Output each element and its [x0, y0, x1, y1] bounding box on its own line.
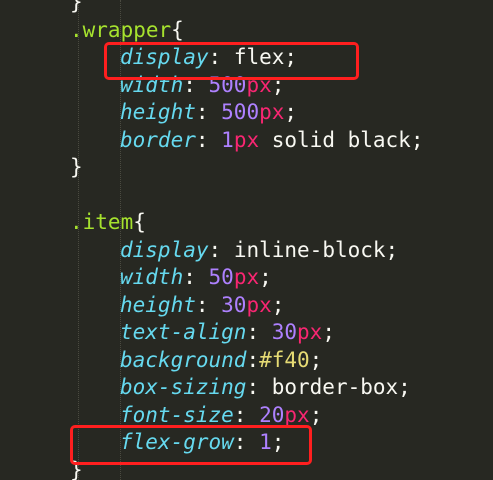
code-line[interactable]: }: [70, 154, 83, 181]
code-token: 30: [271, 320, 298, 344]
code-token: ;: [309, 402, 323, 427]
code-token: 20: [259, 402, 285, 427]
code-line[interactable]: background:#f40;: [120, 347, 322, 374]
code-line[interactable]: display: flex;: [120, 44, 297, 71]
code-token: :: [195, 100, 222, 124]
code-line[interactable]: width: 500px;: [120, 72, 284, 99]
indent-guide: [78, 0, 79, 480]
code-line[interactable]: height: 30px;: [120, 292, 284, 319]
code-line[interactable]: font-size: 20px;: [120, 402, 322, 429]
code-token: 50: [208, 265, 234, 289]
code-token: 500: [208, 72, 247, 97]
code-token: :: [233, 402, 260, 427]
code-line[interactable]: display: inline-block;: [120, 237, 398, 264]
code-token: ;: [398, 375, 411, 399]
code-editor[interactable]: } .wrapper{display: flex; width: 500px; hei…: [0, 0, 493, 480]
code-token: .item: [70, 210, 134, 234]
code-token: inline-block: [233, 237, 386, 262]
code-token: :: [195, 292, 222, 317]
code-token: display: [120, 45, 209, 69]
code-line[interactable]: width: 50px;: [120, 264, 272, 291]
code-line[interactable]: height: 500px;: [120, 99, 297, 126]
code-line[interactable]: box-sizing: border-box;: [120, 374, 411, 401]
code-token: :: [208, 45, 234, 69]
code-token: :: [183, 72, 209, 97]
code-token: px: [284, 402, 310, 427]
code-token: ;: [271, 292, 285, 317]
code-token: 1: [259, 430, 272, 454]
code-token: font-size: [120, 402, 234, 427]
code-token: ;: [385, 237, 399, 262]
code-token: :: [246, 347, 260, 372]
code-line[interactable]: text-align: 30px;: [120, 319, 335, 346]
code-token: height: [120, 100, 196, 124]
code-token: 30: [221, 292, 247, 317]
code-token: flex-grow: [120, 430, 234, 454]
code-token: background: [120, 347, 247, 372]
code-token: px: [259, 100, 285, 124]
code-token: }: [70, 457, 83, 480]
code-token: {: [171, 17, 184, 42]
code-token: :: [246, 375, 272, 399]
code-token: 1: [221, 127, 234, 152]
code-line[interactable]: }: [70, 0, 83, 16]
code-token: ;: [322, 320, 335, 344]
code-line[interactable]: flex-grow: 1;: [120, 429, 284, 456]
code-token: box-sizing: [120, 375, 247, 399]
code-token: }: [70, 155, 83, 179]
code-token: ;: [309, 347, 323, 372]
code-token: ;: [284, 45, 298, 69]
code-line[interactable]: }: [70, 457, 83, 480]
code-token: border: [120, 127, 196, 152]
code-token: flex: [233, 45, 285, 69]
code-token: :: [233, 430, 260, 454]
code-token: width: [120, 265, 184, 289]
code-token: solid black;: [259, 127, 424, 152]
code-token: px: [233, 265, 260, 289]
code-token: :: [183, 265, 209, 289]
code-token: px: [246, 72, 272, 97]
code-token: border-box: [271, 375, 399, 399]
code-token: :: [246, 320, 272, 344]
code-token: {: [133, 210, 146, 234]
code-token: #f40: [259, 347, 310, 372]
code-token: width: [120, 72, 184, 97]
code-token: text-align: [120, 320, 247, 344]
code-line[interactable]: .wrapper{: [70, 17, 184, 44]
code-line[interactable]: border: 1px solid black;: [120, 127, 423, 154]
code-token: px: [246, 292, 272, 317]
code-token: px: [233, 127, 260, 152]
code-token: :: [195, 127, 222, 152]
code-token: }: [70, 0, 83, 14]
code-token: height: [120, 292, 196, 317]
code-token: display: [120, 237, 209, 262]
code-token: ;: [271, 430, 285, 454]
code-token: ;: [271, 72, 285, 97]
code-token: :: [208, 237, 234, 262]
code-line[interactable]: .item{: [70, 209, 146, 236]
code-token: ;: [284, 100, 298, 124]
code-token: ;: [259, 265, 272, 289]
code-token: 500: [221, 100, 260, 124]
code-token: .wrapper: [70, 17, 172, 42]
code-token: px: [297, 320, 323, 344]
